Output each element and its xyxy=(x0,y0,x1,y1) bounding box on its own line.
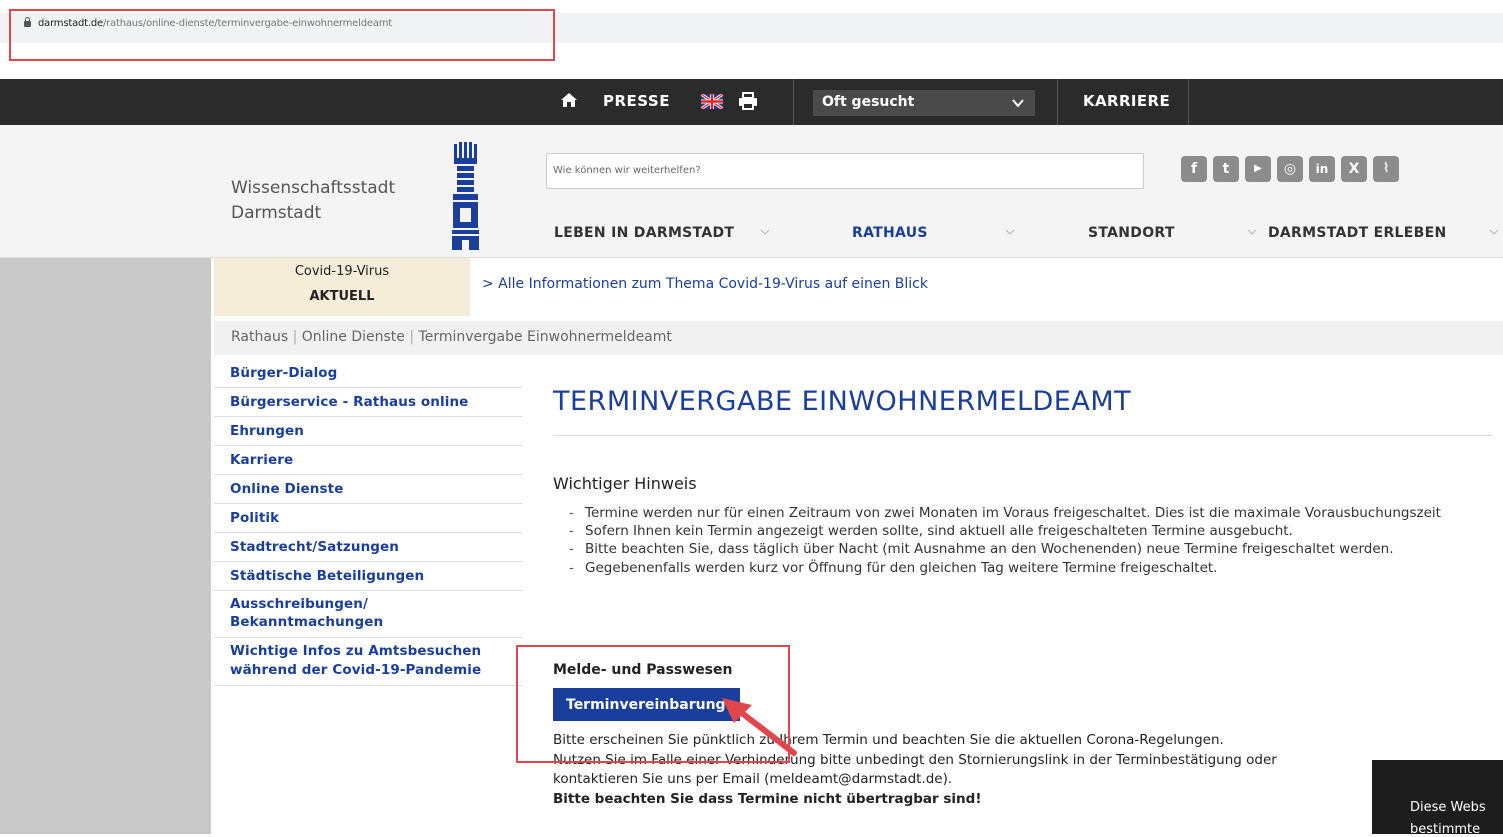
brand-name-line1[interactable]: Wissenschaftsstadt xyxy=(231,178,395,198)
topnav-divider xyxy=(1057,79,1058,125)
sidebar-item-ehrungen[interactable]: Ehrungen xyxy=(214,417,522,446)
oft-gesucht-dropdown[interactable]: Oft gesucht xyxy=(813,90,1035,116)
home-icon[interactable] xyxy=(560,91,578,109)
covid-box-line2: AKTUELL xyxy=(309,289,375,304)
presse-link[interactable]: PRESSE xyxy=(603,92,670,110)
chevron-down-icon xyxy=(760,229,770,235)
sidebar-item-beteiligungen[interactable]: Städtische Beteiligungen xyxy=(214,562,522,591)
body-line-bold: Bitte beachten Sie dass Termine nicht üb… xyxy=(553,790,982,807)
hinweis-list: Termine werden nur für einen Zeitraum vo… xyxy=(567,504,1447,577)
youtube-icon[interactable]: ▶ xyxy=(1245,156,1271,182)
breadcrumb-separator: | xyxy=(292,329,298,345)
covid-info-link[interactable]: > Alle Informationen zum Thema Covid-19-… xyxy=(482,276,928,292)
breadcrumb: Rathaus | Online Dienste | Terminvergabe… xyxy=(231,329,672,345)
print-icon[interactable] xyxy=(738,92,758,110)
search-input[interactable] xyxy=(547,154,1129,186)
chevron-down-icon xyxy=(1005,229,1015,235)
hinweis-heading: Wichtiger Hinweis xyxy=(553,474,697,493)
uk-flag-icon[interactable] xyxy=(701,94,723,109)
brand-name-line2[interactable]: Darmstadt xyxy=(231,203,321,223)
xing-icon[interactable]: X xyxy=(1341,156,1367,182)
title-divider xyxy=(553,435,1493,436)
topnav-divider xyxy=(1188,79,1189,125)
cookie-banner[interactable]: Diese Webs bestimmte xyxy=(1372,760,1503,837)
cookie-text-line1: Diese Webs xyxy=(1410,800,1486,815)
topnav-divider xyxy=(793,79,794,125)
sidebar-item-buergerservice[interactable]: Bürgerservice - Rathaus online xyxy=(214,388,522,417)
nav-standort[interactable]: STANDORT xyxy=(1088,225,1175,241)
red-arrow-icon xyxy=(722,698,797,756)
left-margin-bar xyxy=(0,258,211,834)
sidebar-item-online-dienste[interactable]: Online Dienste xyxy=(214,475,522,504)
nav-leben-in-darmstadt[interactable]: LEBEN IN DARMSTADT xyxy=(554,225,734,241)
page-title: TERMINVERGABE EINWOHNERMELDEAMT xyxy=(553,386,1132,417)
site-search-box[interactable] xyxy=(546,153,1144,189)
cookie-text-line2: bestimmte xyxy=(1410,822,1481,837)
list-item: Bitte beachten Sie, dass täglich über Na… xyxy=(567,540,1447,558)
breadcrumb-online-dienste[interactable]: Online Dienste xyxy=(302,329,405,345)
oft-gesucht-label: Oft gesucht xyxy=(822,94,915,110)
sidebar-navigation: Bürger-Dialog Bürgerservice - Rathaus on… xyxy=(214,359,522,686)
url-highlight-box xyxy=(9,9,555,61)
wedding-tower-logo-icon[interactable] xyxy=(448,142,486,254)
breadcrumb-rathaus[interactable]: Rathaus xyxy=(231,329,288,345)
rss-icon[interactable]: ⌇ xyxy=(1373,156,1399,182)
top-navigation-bar: PRESSE Oft gesucht KARRIERE xyxy=(0,79,1503,125)
sidebar-item-stadtrecht[interactable]: Stadtrecht/Satzungen xyxy=(214,533,522,562)
sidebar-item-covid-infos[interactable]: Wichtige Infos zu Amtsbesuchen während d… xyxy=(214,638,522,686)
body-line: kontaktieren Sie uns per Email (meldeamt… xyxy=(553,771,953,788)
list-item: Gegebenenfalls werden kurz vor Öffnung f… xyxy=(567,559,1447,577)
karriere-link[interactable]: KARRIERE xyxy=(1083,92,1170,110)
site-header: Wissenschaftsstadt Darmstadt f t ▶ ◎ in … xyxy=(0,125,1503,258)
facebook-icon[interactable]: f xyxy=(1181,156,1207,182)
instagram-icon[interactable]: ◎ xyxy=(1277,156,1303,182)
breadcrumb-current: Terminvergabe Einwohnermeldeamt xyxy=(418,329,672,345)
twitter-icon[interactable]: t xyxy=(1213,156,1239,182)
list-item: Sofern Ihnen kein Termin angezeigt werde… xyxy=(567,522,1447,540)
covid-aktuell-box[interactable]: Covid-19-Virus AKTUELL xyxy=(214,258,470,316)
sidebar-item-ausschreibungen[interactable]: Ausschreibungen/ Bekanntmachungen xyxy=(214,591,522,639)
chevron-down-icon xyxy=(1247,229,1257,235)
chevron-down-icon xyxy=(1012,99,1024,108)
nav-rathaus[interactable]: RATHAUS xyxy=(852,225,928,241)
covid-box-line1: Covid-19-Virus xyxy=(294,264,390,279)
sidebar-item-politik[interactable]: Politik xyxy=(214,504,522,533)
chevron-down-icon xyxy=(1489,229,1499,235)
linkedin-icon[interactable]: in xyxy=(1309,156,1335,182)
nav-darmstadt-erleben[interactable]: DARMSTADT ERLEBEN xyxy=(1268,225,1446,241)
sidebar-item-buerger-dialog[interactable]: Bürger-Dialog xyxy=(214,359,522,388)
sidebar-item-karriere[interactable]: Karriere xyxy=(214,446,522,475)
breadcrumb-separator: | xyxy=(409,329,415,345)
list-item: Termine werden nur für einen Zeitraum vo… xyxy=(567,504,1447,522)
